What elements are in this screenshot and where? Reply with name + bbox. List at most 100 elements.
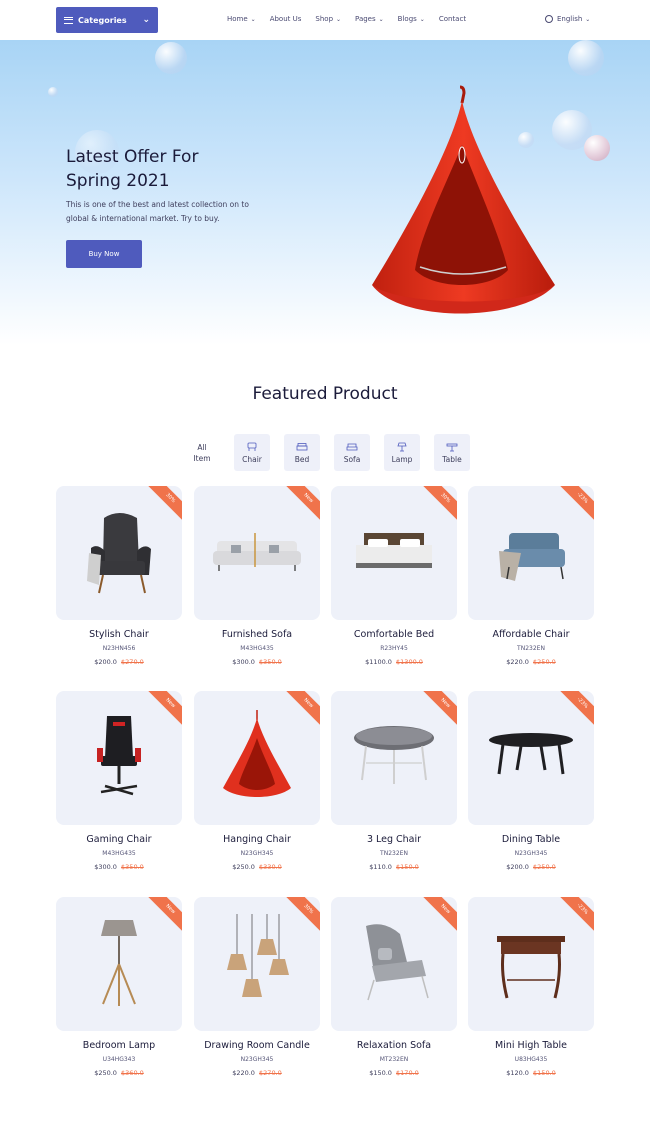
product-sku: U34HG343 (102, 1056, 136, 1063)
sofa-image (213, 533, 301, 571)
product-sku: N23GH345 (240, 1056, 274, 1063)
product-name[interactable]: Dining Table (468, 834, 594, 845)
product-card[interactable]: -23% Affordable Chair TN232EN $220.0 $25… (468, 486, 594, 676)
product-name[interactable]: 3 Leg Chair (331, 834, 457, 845)
nav-blogs[interactable]: Blogs ⌄ (398, 15, 425, 23)
product-price: $220.0 $250.0 (506, 658, 556, 666)
product-card[interactable]: -23% Mini High Table U83HG435 $120.0 $15… (468, 897, 594, 1087)
product-price: $1100.0 $1300.0 (365, 658, 423, 666)
decor-bubble (48, 87, 58, 97)
gaming-chair-image (97, 716, 141, 796)
product-image[interactable]: -23% (468, 486, 594, 620)
product-sku: N23GH345 (240, 850, 274, 857)
nav-about[interactable]: About Us (270, 15, 302, 23)
hero-banner: Latest Offer For Spring 2021 This is one… (0, 40, 650, 345)
product-sku: U83HG435 (514, 1056, 548, 1063)
decor-bubble (584, 135, 610, 161)
nav-home[interactable]: Home ⌄ (227, 15, 256, 23)
product-name[interactable]: Comfortable Bed (331, 629, 457, 640)
product-image[interactable]: 30% (194, 897, 320, 1031)
hanging-chair-image (223, 710, 291, 797)
product-name[interactable]: Stylish Chair (56, 629, 182, 640)
category-filter-tabs: All Item Chair Bed Sofa Lamp Table (184, 434, 484, 471)
product-name[interactable]: Furnished Sofa (194, 629, 320, 640)
product-image[interactable]: New (56, 691, 182, 825)
product-price: $220.0 $270.0 (232, 1069, 282, 1077)
product-card[interactable]: New Gaming Chair M43HG435 $300.0 $350.0 (56, 691, 182, 881)
product-name[interactable]: Drawing Room Candle (194, 1040, 320, 1051)
product-card[interactable]: 30% Comfortable Bed R23HY45 $1100.0 $130… (331, 486, 457, 676)
filter-bed[interactable]: Bed (284, 434, 320, 471)
product-sku: MT232EN (379, 1056, 409, 1063)
filter-table[interactable]: Table (434, 434, 470, 471)
product-card[interactable]: New Hanging Chair N23GH345 $250.0 $330.0 (194, 691, 320, 881)
product-image[interactable]: New (194, 486, 320, 620)
floor-lamp-image (101, 920, 137, 1006)
product-name[interactable]: Relaxation Sofa (331, 1040, 457, 1051)
categories-button[interactable]: Categories ⌄ (56, 7, 158, 33)
product-image[interactable]: -23% (468, 897, 594, 1031)
product-card[interactable]: New Furnished Sofa M43HG435 $300.0 $350.… (194, 486, 320, 676)
product-card[interactable]: New Relaxation Sofa MT232EN $150.0 $170.… (331, 897, 457, 1087)
sofa-icon (346, 443, 358, 450)
product-sku: N23HN456 (102, 645, 136, 652)
product-image[interactable]: 30% (331, 486, 457, 620)
filter-lamp[interactable]: Lamp (384, 434, 420, 471)
lounge-chair-image (366, 924, 429, 1001)
section-title: Featured Product (252, 384, 398, 404)
product-name[interactable]: Mini High Table (468, 1040, 594, 1051)
bed-icon (296, 442, 308, 450)
product-price: $250.0 $360.0 (94, 1069, 144, 1077)
filter-sofa[interactable]: Sofa (334, 434, 370, 471)
product-image[interactable]: -23% (468, 691, 594, 825)
product-card[interactable]: New 3 Leg Chair TN232EN $110.0 $150.0 (331, 691, 457, 881)
product-price: $110.0 $150.0 (369, 863, 419, 871)
product-card[interactable]: -23% Dining Table N23GH345 $200.0 $250.0 (468, 691, 594, 881)
product-name[interactable]: Hanging Chair (194, 834, 320, 845)
chevron-down-icon: ⌄ (336, 15, 342, 23)
nav-shop[interactable]: Shop ⌄ (315, 15, 341, 23)
product-image[interactable]: New (331, 691, 457, 825)
hero-title: Latest Offer For Spring 2021 (66, 147, 199, 191)
product-price: $200.0 $250.0 (506, 863, 556, 871)
product-price: $120.0 $150.0 (506, 1069, 556, 1077)
chevron-down-icon: ⌄ (142, 15, 150, 25)
product-price: $300.0 $350.0 (94, 863, 144, 871)
product-image[interactable]: New (194, 691, 320, 825)
product-price: $250.0 $330.0 (232, 863, 282, 871)
chair-icon (247, 442, 257, 451)
dining-table-image (489, 733, 573, 775)
decor-bubble (155, 42, 187, 74)
nav-contact[interactable]: Contact (439, 15, 466, 23)
table-icon (446, 443, 458, 451)
product-price: $300.0 $350.0 (232, 658, 282, 666)
product-name[interactable]: Bedroom Lamp (56, 1040, 182, 1051)
chevron-down-icon: ⌄ (250, 15, 256, 23)
main-nav: Home ⌄ About Us Shop ⌄ Pages ⌄ Blogs ⌄ Conta… (227, 15, 480, 23)
nav-pages[interactable]: Pages ⌄ (355, 15, 384, 23)
product-sku: R23HY45 (380, 645, 408, 652)
hanging-chair-hero-image (372, 85, 555, 314)
bed-image (356, 533, 432, 568)
buy-now-button[interactable]: Buy Now (66, 240, 142, 268)
product-sku: TN232EN (517, 645, 545, 652)
product-card[interactable]: New Bedroom Lamp U34HG343 $250.0 $360.0 (56, 897, 182, 1087)
product-image[interactable]: New (331, 897, 457, 1031)
language-selector[interactable]: English ⌄ (545, 15, 590, 23)
filter-all-items[interactable]: All Item (184, 434, 220, 471)
product-sku: M43HG435 (240, 645, 274, 652)
product-price: $200.0 $270.0 (94, 658, 144, 666)
lamp-icon (397, 442, 407, 451)
product-image[interactable]: 30% (56, 486, 182, 620)
filter-chair[interactable]: Chair (234, 434, 270, 471)
product-card[interactable]: 30% Drawing Room Candle N23GH345 $220.0 … (194, 897, 320, 1087)
chevron-down-icon: ⌄ (419, 15, 425, 23)
product-image[interactable]: New (56, 897, 182, 1031)
side-table-image (497, 936, 565, 999)
hero-text: This is one of the best and latest colle… (66, 200, 249, 223)
product-name[interactable]: Gaming Chair (56, 834, 182, 845)
product-price: $150.0 $170.0 (369, 1069, 419, 1077)
product-card[interactable]: 30% Stylish Chair N23HN456 $200.0 $270.0 (56, 486, 182, 676)
globe-icon (545, 15, 553, 23)
product-name[interactable]: Affordable Chair (468, 629, 594, 640)
